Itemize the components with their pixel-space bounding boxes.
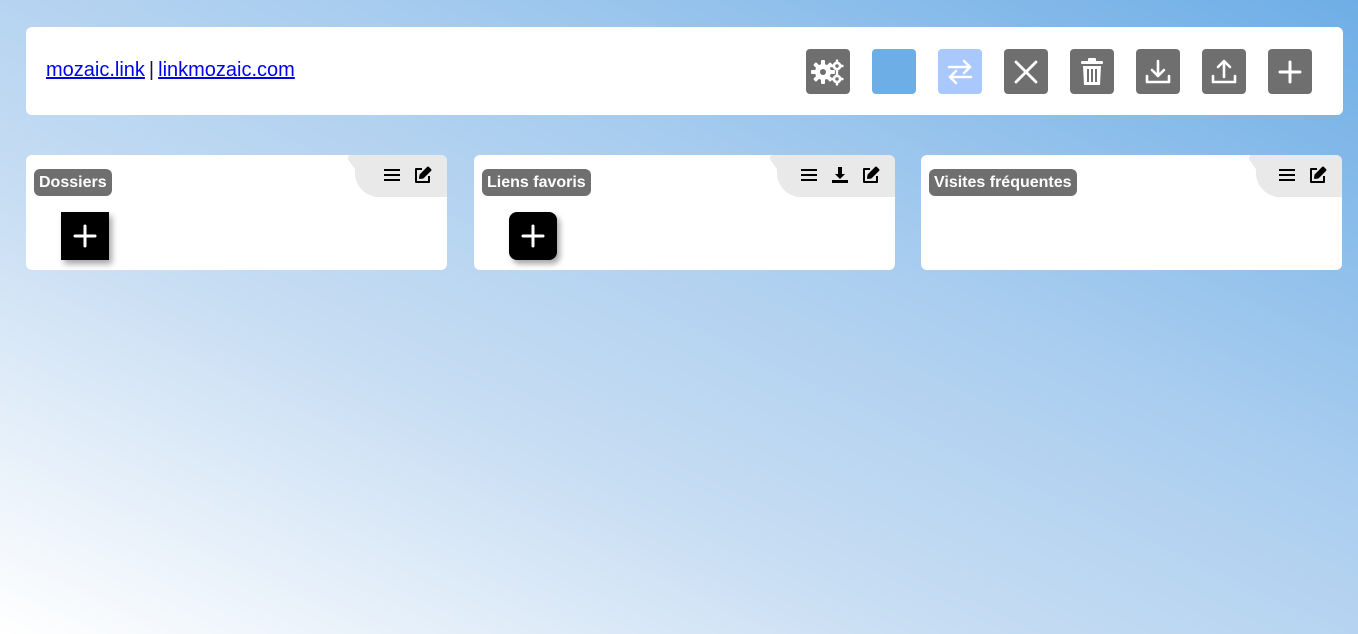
menu-icon[interactable] (799, 165, 819, 185)
edit-icon[interactable] (1308, 165, 1328, 185)
settings-button[interactable] (806, 49, 850, 94)
widget-dossiers: Dossiers (26, 155, 447, 270)
edit-icon[interactable] (413, 165, 433, 185)
widget-title[interactable]: Visites fréquentes (929, 169, 1077, 196)
delete-button[interactable] (1070, 49, 1114, 94)
widget-actions (799, 165, 881, 185)
add-folder-tile[interactable] (61, 212, 109, 260)
close-icon (1014, 60, 1038, 83)
add-link-tile[interactable] (509, 212, 557, 260)
widget-actions (1277, 165, 1328, 185)
close-button[interactable] (1004, 49, 1048, 94)
header-links: mozaic.link | linkmozaic.com (46, 58, 295, 82)
link-separator: | (148, 59, 155, 81)
upload-icon (1211, 59, 1237, 83)
plus-icon (1278, 60, 1302, 83)
plus-icon (73, 224, 97, 248)
linkmozaic-link[interactable]: linkmozaic.com (158, 59, 295, 81)
download-icon (1145, 59, 1171, 83)
widget-title[interactable]: Dossiers (34, 169, 112, 196)
trash-icon (1081, 57, 1103, 85)
plus-icon (521, 224, 545, 248)
menu-icon[interactable] (382, 165, 402, 185)
download-icon[interactable] (830, 165, 850, 185)
add-button[interactable] (1268, 49, 1312, 94)
widget-actions (382, 165, 433, 185)
widget-title[interactable]: Liens favoris (482, 169, 591, 196)
mozaic-link[interactable]: mozaic.link (46, 59, 145, 81)
widget-liens-favoris: Liens favoris (474, 155, 895, 270)
gears-icon (811, 59, 844, 85)
color-button[interactable] (872, 49, 916, 94)
swap-button[interactable] (938, 49, 982, 94)
edit-icon[interactable] (861, 165, 881, 185)
menu-icon[interactable] (1277, 165, 1297, 185)
download-button[interactable] (1136, 49, 1180, 94)
swap-arrows-icon (947, 59, 973, 84)
top-bar: mozaic.link | linkmozaic.com (26, 27, 1343, 115)
widget-visites-frequentes: Visites fréquentes (921, 155, 1342, 270)
upload-button[interactable] (1202, 49, 1246, 94)
